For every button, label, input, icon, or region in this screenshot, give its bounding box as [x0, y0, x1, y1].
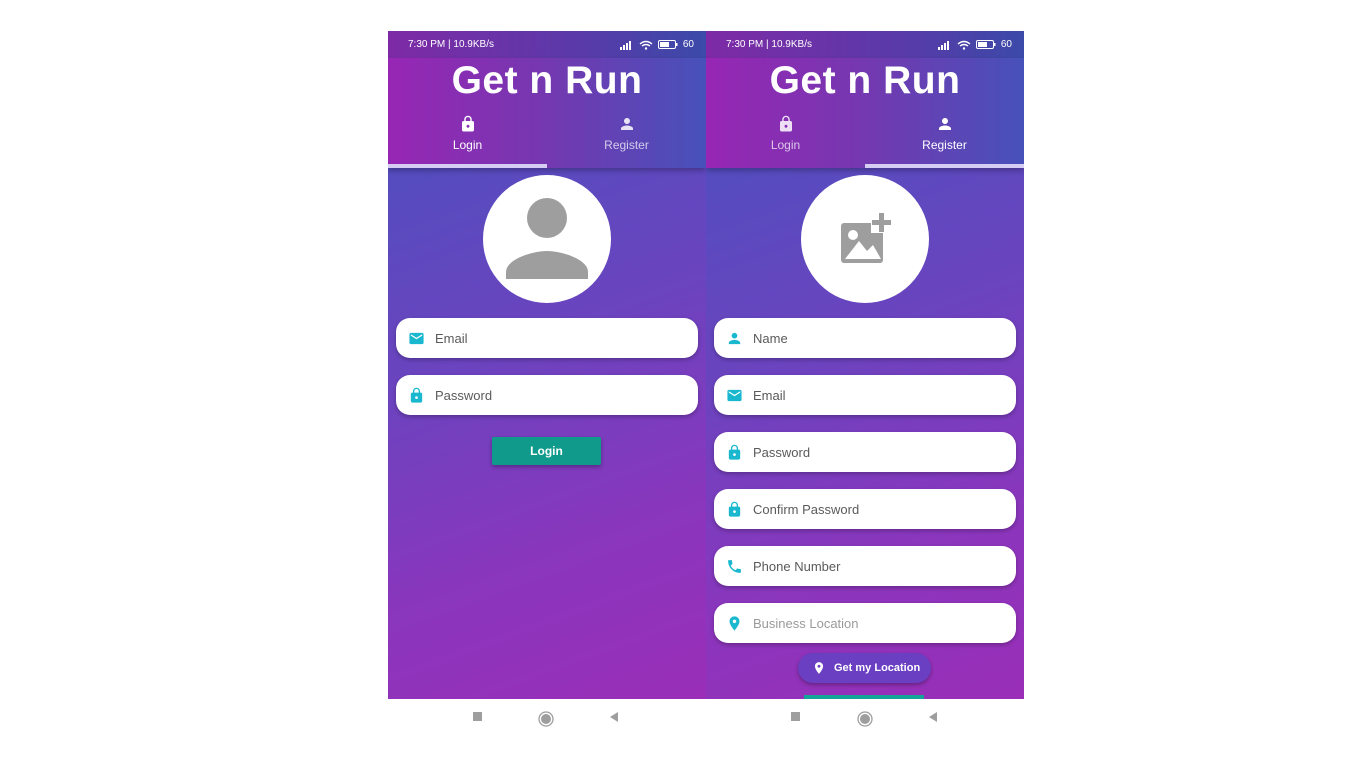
email-icon: [409, 332, 424, 345]
tab-register-label: Register: [604, 138, 649, 152]
tab-login-label: Login: [770, 138, 801, 152]
email-icon: [727, 389, 742, 402]
register-screen: 7:30 PM | 10.9KB/s 60 Get n Run Login Re…: [706, 31, 1024, 699]
email-field[interactable]: [714, 375, 1016, 415]
phone-number-field[interactable]: [714, 546, 1016, 586]
app-title: Get n Run: [451, 59, 643, 102]
lock-icon: [461, 115, 474, 132]
add-photo-avatar[interactable]: [801, 175, 929, 303]
lock-icon: [410, 387, 423, 403]
battery-icon: [657, 40, 678, 49]
back-icon[interactable]: [927, 711, 939, 723]
tab-login[interactable]: Login: [388, 110, 547, 168]
status-icons: 60: [619, 31, 694, 58]
add-photo-icon: [841, 211, 893, 263]
status-time: 7:30 PM | 10.9KB/s: [408, 39, 494, 50]
app-bar: Get n Run Login Register: [388, 58, 706, 168]
wifi-icon: [957, 40, 971, 50]
password-input[interactable]: [435, 375, 685, 415]
location-pin-icon: [729, 616, 740, 631]
android-nav-bar: [388, 699, 706, 739]
battery-level: 60: [1000, 39, 1012, 50]
phone-icon: [728, 560, 741, 573]
password-field[interactable]: [714, 432, 1016, 472]
password-field[interactable]: [396, 375, 698, 415]
wifi-icon: [639, 40, 653, 50]
tab-login-label: Login: [452, 138, 483, 152]
phone-number-input[interactable]: [753, 546, 1003, 586]
person-icon: [506, 198, 588, 279]
battery-level: 60: [682, 39, 694, 50]
status-icons: 60: [937, 31, 1012, 58]
confirm-password-input[interactable]: [753, 489, 1003, 529]
recents-icon[interactable]: [790, 711, 802, 723]
home-icon[interactable]: [857, 711, 873, 727]
status-bar: 7:30 PM | 10.9KB/s 60: [388, 31, 706, 58]
recents-icon[interactable]: [472, 711, 484, 723]
person-icon: [620, 118, 633, 130]
active-tab-indicator: [388, 164, 547, 168]
android-nav-bar: [706, 699, 1024, 739]
email-input[interactable]: [753, 375, 1003, 415]
get-location-button[interactable]: Get my Location: [798, 653, 931, 683]
person-icon: [728, 332, 741, 345]
name-field[interactable]: [714, 318, 1016, 358]
status-bar: 7:30 PM | 10.9KB/s 60: [706, 31, 1024, 58]
get-location-label: Get my Location: [834, 662, 921, 674]
login-screen: 7:30 PM | 10.9KB/s 60 Get n Run Login Re…: [388, 31, 706, 699]
lock-icon: [779, 115, 792, 132]
status-time: 7:30 PM | 10.9KB/s: [726, 39, 812, 50]
business-location-field[interactable]: [714, 603, 1016, 643]
tab-register[interactable]: Register: [547, 110, 706, 168]
home-icon[interactable]: [538, 711, 554, 727]
confirm-password-field[interactable]: [714, 489, 1016, 529]
app-title: Get n Run: [769, 59, 961, 102]
password-input[interactable]: [753, 432, 1003, 472]
active-tab-indicator: [865, 164, 1024, 168]
signal-icon: [937, 40, 949, 50]
email-input[interactable]: [435, 318, 685, 358]
login-button[interactable]: Login: [492, 437, 601, 465]
tab-register[interactable]: Register: [865, 110, 1024, 168]
name-input[interactable]: [753, 318, 1003, 358]
lock-icon: [728, 501, 741, 517]
email-field[interactable]: [396, 318, 698, 358]
tab-login[interactable]: Login: [706, 110, 865, 168]
back-icon[interactable]: [608, 711, 620, 723]
signal-icon: [619, 40, 631, 50]
location-pin-icon: [814, 662, 824, 674]
battery-icon: [975, 40, 996, 49]
person-icon: [938, 118, 951, 130]
login-phone-screen: 7:30 PM | 10.9KB/s 60 Get n Run Login Re…: [388, 31, 706, 739]
app-bar: Get n Run Login Register: [706, 58, 1024, 168]
profile-avatar[interactable]: [483, 175, 611, 303]
register-phone-screen: 7:30 PM | 10.9KB/s 60 Get n Run Login Re…: [706, 31, 1024, 739]
business-location-input[interactable]: [753, 603, 1003, 643]
tab-register-label: Register: [922, 138, 967, 152]
lock-icon: [728, 444, 741, 460]
